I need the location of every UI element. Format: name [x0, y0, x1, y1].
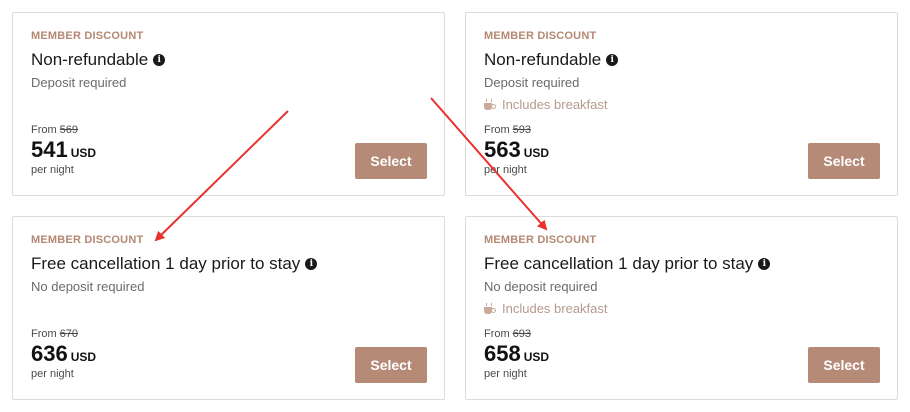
rate-title-text: Non-refundable: [31, 50, 149, 69]
breakfast-amenity: Includes breakfast: [484, 301, 608, 316]
price-currency: USD: [523, 146, 550, 160]
price-currency: USD: [523, 350, 550, 364]
rate-title: Non-refundable i: [31, 50, 166, 70]
member-discount-badge: MEMBER DISCOUNT: [484, 234, 597, 246]
info-icon[interactable]: i: [606, 54, 619, 66]
rate-title-text: Free cancellation 1 day prior to stay: [31, 254, 301, 273]
member-discount-badge: MEMBER DISCOUNT: [31, 30, 144, 42]
select-button[interactable]: Select: [808, 143, 880, 179]
coffee-cup-icon: [484, 302, 496, 314]
from-label: From: [31, 124, 57, 136]
discounted-price: 541 USD: [31, 137, 96, 163]
breakfast-amenity: Includes breakfast: [484, 97, 608, 112]
info-icon[interactable]: i: [305, 258, 318, 270]
per-night-label: per night: [31, 164, 74, 176]
price-currency: USD: [70, 350, 97, 364]
from-price: From 569: [31, 124, 78, 136]
member-discount-badge: MEMBER DISCOUNT: [484, 30, 597, 42]
deposit-text: No deposit required: [484, 279, 598, 294]
rate-card-nonrefundable-breakfast: MEMBER DISCOUNT Non-refundable i Deposit…: [465, 12, 898, 196]
per-night-label: per night: [484, 164, 527, 176]
amenity-label: Includes breakfast: [502, 97, 608, 112]
rate-title: Free cancellation 1 day prior to stay i: [31, 254, 318, 274]
from-price: From 693: [484, 328, 531, 340]
rate-title-text: Free cancellation 1 day prior to stay: [484, 254, 754, 273]
info-icon[interactable]: i: [758, 258, 771, 270]
select-button[interactable]: Select: [355, 347, 427, 383]
price-amount: 636: [31, 341, 68, 366]
price-amount: 658: [484, 341, 521, 366]
per-night-label: per night: [31, 368, 74, 380]
original-price: 593: [512, 124, 532, 136]
rate-title: Non-refundable i: [484, 50, 619, 70]
deposit-text: Deposit required: [484, 75, 580, 90]
price-amount: 541: [31, 137, 68, 162]
select-button[interactable]: Select: [355, 143, 427, 179]
from-price: From 670: [31, 328, 78, 340]
original-price: 693: [512, 328, 532, 340]
coffee-cup-icon: [484, 98, 496, 110]
discounted-price: 563 USD: [484, 137, 549, 163]
rate-title-text: Non-refundable: [484, 50, 602, 69]
per-night-label: per night: [484, 368, 527, 380]
deposit-text: No deposit required: [31, 279, 145, 294]
from-label: From: [484, 124, 510, 136]
discounted-price: 658 USD: [484, 341, 549, 367]
info-icon[interactable]: i: [153, 54, 166, 66]
original-price: 569: [59, 124, 79, 136]
deposit-text: Deposit required: [31, 75, 127, 90]
rate-card-free-cancellation-breakfast: MEMBER DISCOUNT Free cancellation 1 day …: [465, 216, 898, 400]
from-price: From 593: [484, 124, 531, 136]
member-discount-badge: MEMBER DISCOUNT: [31, 234, 144, 246]
price-amount: 563: [484, 137, 521, 162]
rate-title: Free cancellation 1 day prior to stay i: [484, 254, 771, 274]
rate-card-nonrefundable: MEMBER DISCOUNT Non-refundable i Deposit…: [12, 12, 445, 196]
amenity-label: Includes breakfast: [502, 301, 608, 316]
from-label: From: [484, 328, 510, 340]
select-button[interactable]: Select: [808, 347, 880, 383]
rate-card-free-cancellation: MEMBER DISCOUNT Free cancellation 1 day …: [12, 216, 445, 400]
price-currency: USD: [70, 146, 97, 160]
original-price: 670: [59, 328, 79, 340]
discounted-price: 636 USD: [31, 341, 96, 367]
from-label: From: [31, 328, 57, 340]
